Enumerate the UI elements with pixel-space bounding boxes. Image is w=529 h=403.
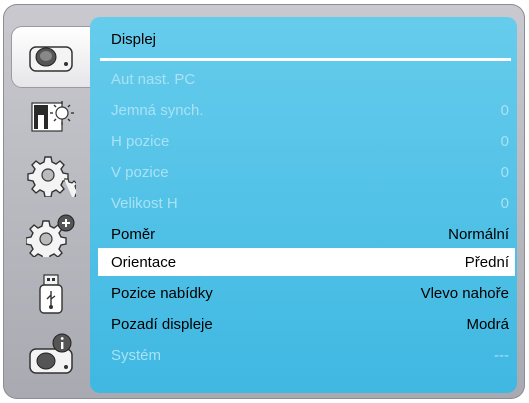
menu-item-label: Pozice nabídky — [111, 285, 213, 302]
title-divider — [100, 58, 511, 61]
menu-item-value: Normální — [448, 226, 509, 243]
menu-item-fine-sync: Jemná synch. 0 — [98, 96, 515, 124]
menu-item-value: Přední — [464, 254, 509, 271]
menu-item-value: Vlevo nahoře — [420, 285, 509, 302]
sidebar-tab-display[interactable] — [12, 27, 90, 87]
menu-item-v-position: V pozice 0 — [98, 158, 515, 186]
menu-item-value: 0 — [500, 133, 509, 150]
menu-item-label: Jemná synch. — [111, 102, 204, 119]
menu-item-system: Systém --- — [98, 341, 515, 369]
sidebar-tab-settings[interactable] — [12, 147, 90, 207]
sidebar-tab-info[interactable] — [12, 327, 90, 387]
advanced-settings-gear-plus-icon — [26, 214, 75, 257]
picture-brightness-icon — [31, 101, 74, 132]
menu-item-auto-pc-adjust: Aut nast. PC — [98, 65, 515, 93]
menu-item-value: 0 — [500, 102, 509, 119]
sidebar — [12, 17, 90, 393]
settings-gear-icon — [27, 156, 76, 197]
menu-item-label: Velikost H — [111, 195, 178, 212]
menu-item-label: Orientace — [111, 254, 177, 271]
sidebar-tab-usb[interactable] — [12, 267, 90, 327]
menu-item-label: H pozice — [111, 133, 170, 150]
sidebar-tab-advanced[interactable] — [12, 207, 90, 267]
menu-item-h-size: Velikost H 0 — [98, 189, 515, 217]
menu-item-value: 0 — [500, 195, 509, 212]
menu-item-value: Modrá — [466, 316, 509, 333]
menu-item-orientation[interactable]: Orientace Přední — [98, 248, 515, 276]
usb-icon — [39, 274, 63, 314]
menu-item-menu-position[interactable]: Pozice nabídky Vlevo nahoře — [98, 279, 515, 307]
menu-item-h-position: H pozice 0 — [98, 127, 515, 155]
menu-item-label: Systém — [111, 347, 162, 364]
menu-item-label: V pozice — [111, 164, 169, 181]
menu-item-label: Pozadí displeje — [111, 316, 213, 333]
menu-title: Displej — [111, 31, 157, 48]
display-menu-panel: Displej Aut nast. PC Jemná synch. 0 H po… — [90, 17, 517, 393]
menu-item-value: --- — [494, 347, 509, 364]
menu-item-display-background[interactable]: Pozadí displeje Modrá — [98, 310, 515, 338]
sidebar-tab-picture[interactable] — [12, 87, 90, 147]
menu-item-label: Aut nast. PC — [111, 71, 196, 88]
projector-info-icon — [29, 333, 73, 374]
menu-item-value: 0 — [500, 164, 509, 181]
projector-display-icon — [29, 46, 73, 72]
menu-item-label: Poměr — [111, 226, 156, 243]
menu-item-aspect-ratio[interactable]: Poměr Normální — [98, 220, 515, 248]
